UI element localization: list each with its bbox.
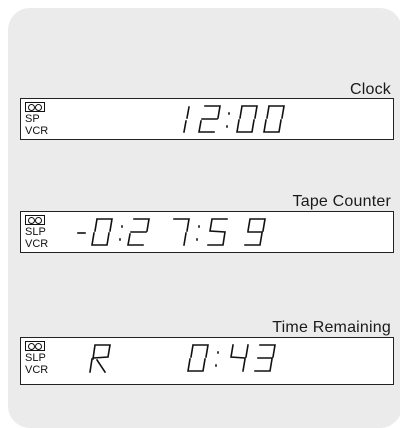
clock-seven-segment-display bbox=[183, 105, 285, 133]
digit-2 bbox=[198, 105, 221, 133]
colon bbox=[226, 112, 230, 128]
tape-counter-lcd: SLP VCR bbox=[20, 211, 394, 253]
digit-5 bbox=[207, 218, 228, 246]
digit-9 bbox=[244, 218, 266, 246]
digit-1 bbox=[183, 106, 190, 133]
digit-0-b bbox=[263, 105, 285, 133]
digit-0 bbox=[187, 344, 209, 372]
clock-title: Clock bbox=[349, 81, 391, 98]
time-remaining-title: Time Remaining bbox=[272, 319, 391, 336]
digit-2 bbox=[127, 218, 150, 246]
digit-3 bbox=[254, 344, 276, 372]
digit-4 bbox=[230, 344, 249, 372]
tape-counter-seven-segment-display bbox=[77, 218, 266, 246]
letter-r bbox=[89, 344, 111, 374]
tape-counter-title: Tape Counter bbox=[292, 193, 391, 210]
digit-7 bbox=[173, 218, 190, 246]
clock-lcd: SP VCR bbox=[20, 98, 394, 140]
colon bbox=[119, 225, 123, 241]
colon bbox=[196, 225, 200, 241]
digit-0-a bbox=[236, 105, 258, 133]
time-remaining-lcd: SLP VCR bbox=[20, 337, 394, 385]
colon bbox=[215, 351, 219, 367]
time-remaining-seven-segment-display bbox=[89, 344, 276, 374]
digit-0 bbox=[91, 218, 113, 246]
vcr-display-guide: Clock SP VCR Tape Counter SLP VCR Time R… bbox=[8, 8, 400, 428]
